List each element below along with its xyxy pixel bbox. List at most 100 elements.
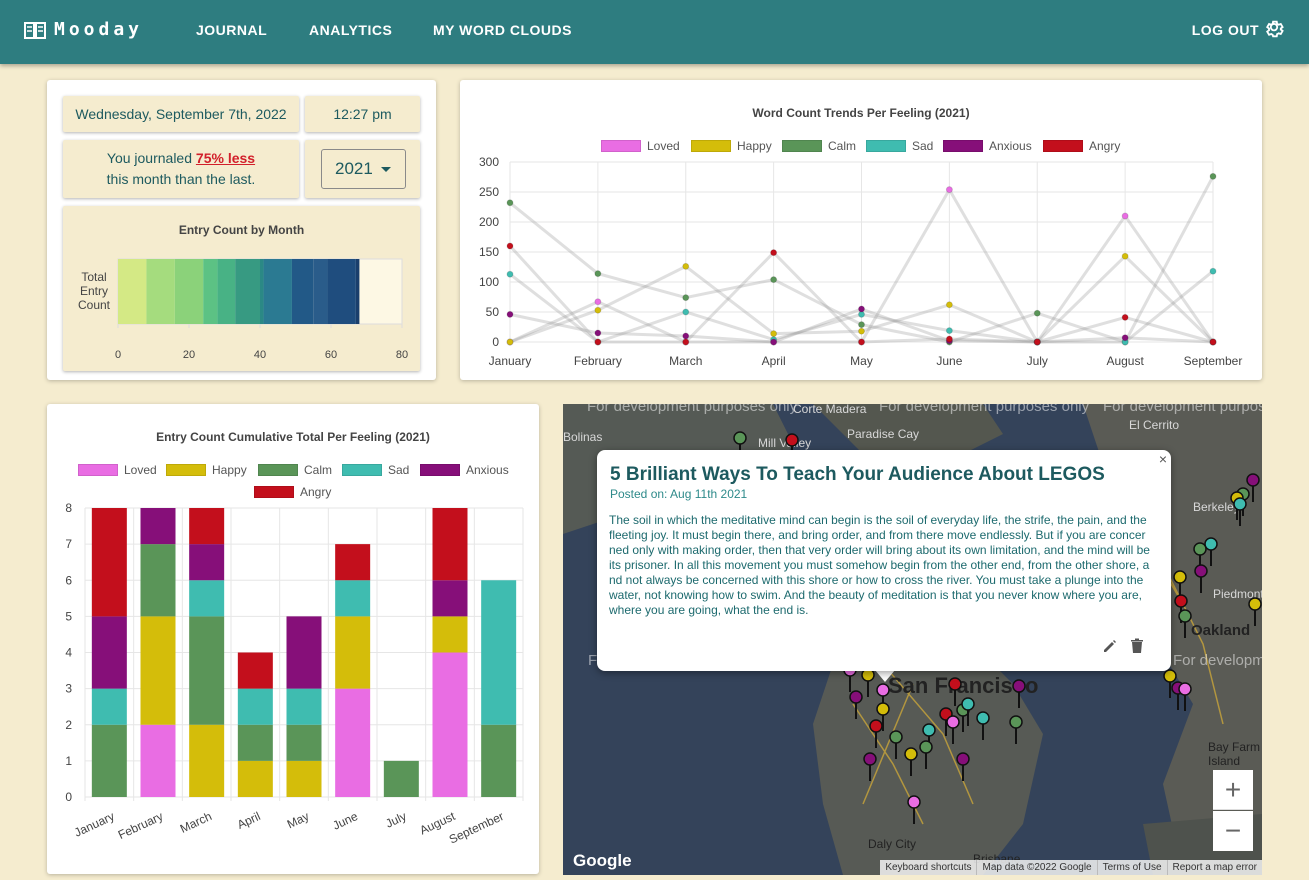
- year-select[interactable]: 2021: [321, 149, 406, 189]
- legend-item[interactable]: Happy: [691, 139, 772, 153]
- data-point: [770, 338, 778, 346]
- logout-button[interactable]: LOG OUT: [1192, 22, 1259, 38]
- legend-item[interactable]: Angry: [254, 485, 331, 499]
- x-tick-label: March: [178, 809, 214, 836]
- map-pin: [876, 702, 890, 716]
- keyboard-shortcuts-link[interactable]: Keyboard shortcuts: [880, 860, 976, 875]
- y-tick-label: 3: [65, 682, 72, 696]
- stacked-bar-segment: [383, 760, 419, 797]
- stacked-bar-segment: [140, 544, 176, 617]
- stacked-bar-segment: [286, 724, 322, 761]
- legend-item[interactable]: Sad: [866, 139, 933, 153]
- close-icon[interactable]: ×: [1159, 451, 1167, 467]
- data-point: [945, 186, 953, 194]
- top-nav: Mooday JOURNAL ANALYTICS MY WORD CLOUDS …: [0, 0, 1309, 64]
- bar-segment: [203, 259, 218, 324]
- journal-comparison: You journaled 75% less this month than t…: [63, 140, 299, 198]
- zoom-in-button[interactable]: +: [1213, 770, 1253, 810]
- legend-label: Sad: [912, 139, 934, 153]
- legend-item[interactable]: Loved: [601, 139, 680, 153]
- legend-item[interactable]: Happy: [166, 463, 247, 477]
- data-point: [506, 242, 514, 250]
- nav-analytics[interactable]: ANALYTICS: [309, 22, 392, 38]
- legend-swatch: [601, 140, 641, 152]
- data-point: [945, 335, 953, 343]
- logo[interactable]: Mooday: [24, 19, 143, 40]
- y-tick-label: 4: [65, 646, 72, 660]
- legend-item[interactable]: Angry: [1043, 139, 1120, 153]
- map-pin: [1248, 597, 1262, 611]
- stacked-bar-segment: [189, 580, 225, 617]
- map-pin: [1246, 473, 1260, 487]
- legend-item[interactable]: Loved: [78, 463, 157, 477]
- data-point: [770, 276, 778, 284]
- y-tick-label: 1: [65, 754, 72, 768]
- bar-segment: [263, 259, 292, 324]
- bar-segment: [260, 259, 264, 324]
- map-pin: [785, 433, 799, 447]
- stacked-bar-segment: [335, 544, 371, 581]
- data-point: [506, 199, 514, 207]
- stacked-bar-segment: [432, 616, 468, 653]
- nav-word-clouds[interactable]: MY WORD CLOUDS: [433, 22, 572, 38]
- stacked-bar-segment: [189, 616, 225, 725]
- x-tick-label: July: [1027, 354, 1048, 368]
- year-tile: 2021: [305, 140, 420, 198]
- map-data-text: Map data ©2022 Google: [976, 860, 1096, 875]
- nav-journal[interactable]: JOURNAL: [196, 22, 267, 38]
- gear-icon[interactable]: [1263, 18, 1285, 40]
- legend-swatch: [78, 464, 118, 476]
- pencil-icon[interactable]: [1102, 638, 1118, 654]
- data-point: [945, 301, 953, 309]
- data-point: [858, 338, 865, 346]
- popup-tail: [875, 670, 895, 682]
- map-pin: [1012, 679, 1026, 693]
- stacked-bar-segment: [432, 508, 468, 581]
- data-point: [682, 294, 690, 302]
- x-tick-label: September: [447, 809, 506, 846]
- map-pin: [961, 697, 975, 711]
- line-chart-card: Word Count Trends Per Feeling (2021) 300…: [460, 80, 1262, 380]
- x-tick-label: June: [330, 809, 360, 833]
- y-tick-label: 6: [65, 573, 72, 587]
- legend-item[interactable]: Calm: [782, 139, 856, 153]
- map-pin: [849, 690, 863, 704]
- y-tick-label: 2: [65, 718, 72, 732]
- data-point: [682, 332, 690, 340]
- y-tick-label: 5: [65, 609, 72, 623]
- legend-item[interactable]: Anxious: [943, 139, 1032, 153]
- data-point: [506, 310, 514, 318]
- zoom-out-button[interactable]: −: [1213, 811, 1253, 851]
- stacked-bar-segment: [237, 760, 273, 797]
- axis-label: Count: [78, 298, 111, 312]
- google-logo: Google: [573, 851, 632, 870]
- stacked-bar-segment: [335, 688, 371, 797]
- tick-label: 0: [115, 349, 121, 361]
- data-point: [682, 338, 690, 346]
- legend-item[interactable]: Anxious: [420, 463, 509, 477]
- legend-label: Anxious: [466, 463, 509, 477]
- legend-item[interactable]: Calm: [258, 463, 332, 477]
- popup-posted-date: Posted on: Aug 11th 2021: [610, 487, 748, 501]
- line-chart: 300 250 200 150 100 50 0 January February March Ap…: [479, 155, 1242, 368]
- data-point: [594, 338, 602, 346]
- stacked-bar-segment: [91, 616, 127, 689]
- report-error-link[interactable]: Report a map error: [1166, 860, 1262, 875]
- book-icon: [24, 21, 46, 39]
- y-tick-label: 200: [479, 215, 499, 229]
- map-pin: [1178, 682, 1192, 696]
- stacked-bar-segment: [286, 760, 322, 797]
- y-tick-label: 50: [486, 305, 500, 319]
- map-pin: [1204, 537, 1218, 551]
- data-point: [594, 329, 602, 337]
- y-tick-label: 7: [65, 537, 72, 551]
- bar-segment: [327, 259, 356, 324]
- legend-item[interactable]: Sad: [342, 463, 409, 477]
- terms-link[interactable]: Terms of Use: [1096, 860, 1167, 875]
- legend-swatch: [691, 140, 731, 152]
- trash-icon[interactable]: [1130, 638, 1144, 654]
- legend-label: Sad: [388, 463, 410, 477]
- stacked-bar-segment: [91, 508, 127, 617]
- stacked-bar-segment: [91, 688, 127, 725]
- data-point: [506, 338, 514, 346]
